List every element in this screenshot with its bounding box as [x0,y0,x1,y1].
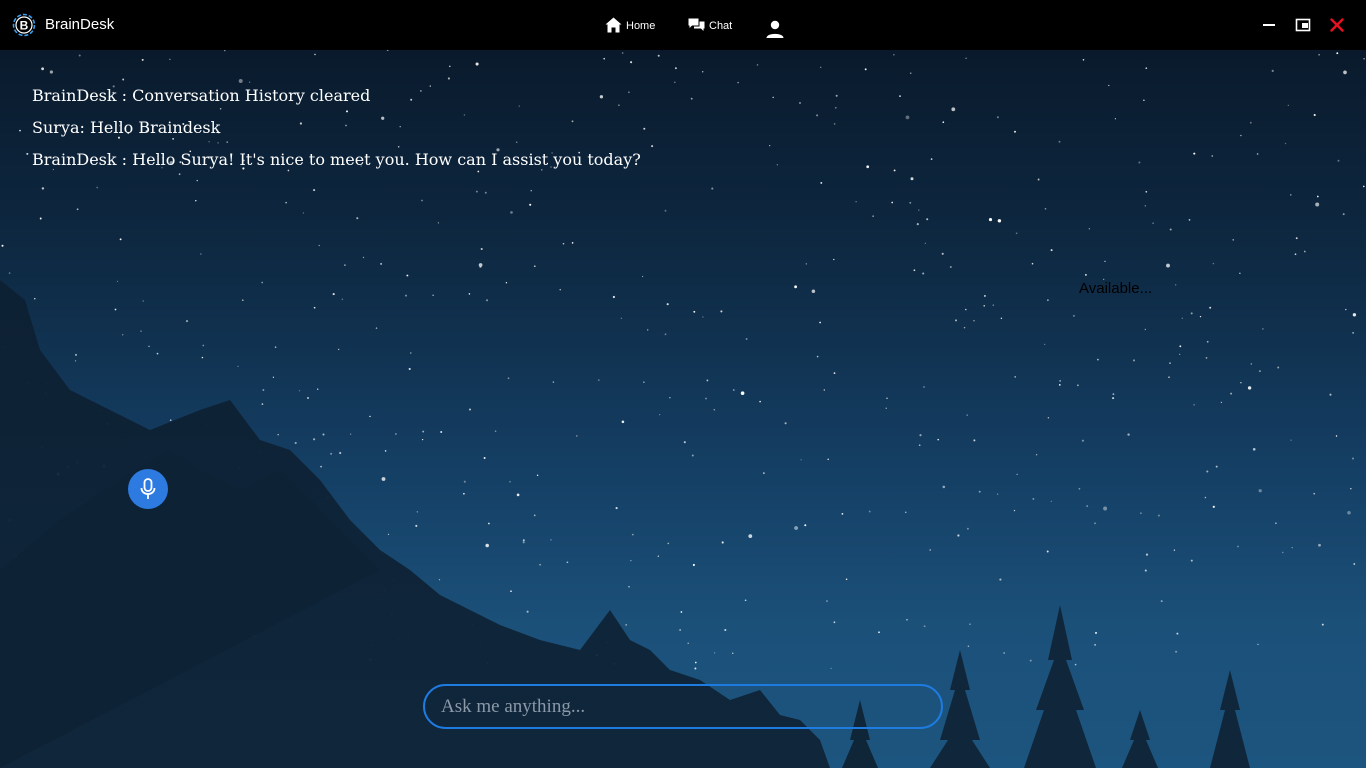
microphone-button[interactable] [128,469,168,509]
restore-icon[interactable] [1293,15,1313,35]
nav-home-label: Home [626,20,656,32]
nav-chat-label: Chat [709,20,733,32]
close-icon[interactable] [1327,15,1347,35]
nav-chat[interactable]: Chat [688,0,732,50]
chat-icon [688,18,705,31]
status-text: Available... [1079,280,1153,297]
svg-text:B: B [20,19,29,33]
home-icon [605,17,622,33]
chat-message: BrainDesk : Hello Surya! It's nice to me… [32,150,641,169]
microphone-icon [140,478,156,499]
conversation-log: BrainDesk : Conversation History cleared… [32,80,641,176]
user-icon [766,20,784,38]
minimize-icon[interactable] [1259,15,1279,35]
braindesk-logo: B [12,13,36,37]
chat-message: Surya: Hello Braindesk [32,118,221,137]
nav-user-profile[interactable] [765,0,785,50]
chat-message: BrainDesk : Conversation History cleared [32,86,371,105]
nav-home[interactable]: Home [605,0,655,50]
app-title: BrainDesk [45,16,115,33]
chat-area: BrainDesk : Conversation History cleared… [0,50,1366,768]
title-bar: B BrainDesk Home Chat [0,0,1366,50]
ask-input[interactable] [423,684,943,729]
